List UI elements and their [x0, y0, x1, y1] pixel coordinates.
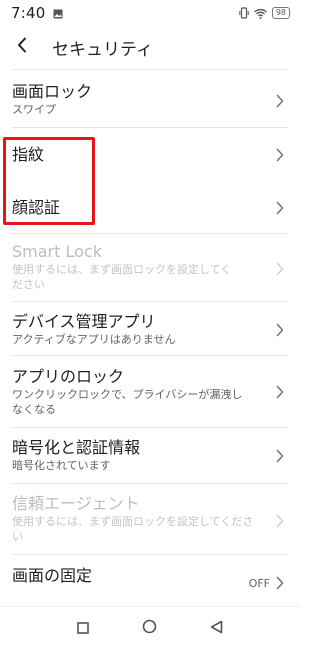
list-item-subtitle: アクティブなアプリはありません: [12, 333, 176, 346]
chevron-right-icon: [276, 262, 284, 276]
chevron-right-icon: [276, 449, 284, 463]
status-value: OFF: [248, 577, 270, 590]
list-item-subtitle: 使用するには、まず画面ロックを設定してく: [12, 263, 232, 276]
list-item-title: 信頼エージェント: [12, 494, 140, 513]
chevron-right-icon: [276, 514, 284, 528]
divider: [12, 127, 288, 128]
list-item-smart-lock: Smart Lock 使用するには、まず画面ロックを設定してく ださい: [0, 242, 300, 292]
list-item-screen-pinning[interactable]: 画面の固定 OFF: [0, 566, 300, 590]
recents-button[interactable]: [68, 614, 98, 644]
divider: [12, 483, 288, 484]
list-item-subtitle: い: [12, 530, 23, 543]
list-item-subtitle: なくなる: [12, 403, 56, 416]
list-item-subtitle: ださい: [12, 278, 45, 291]
highlight-box: [3, 137, 95, 225]
image-icon: [53, 4, 63, 23]
chevron-right-icon: [276, 385, 284, 399]
divider: [12, 69, 288, 70]
wifi-icon: [253, 4, 267, 23]
list-item-title: 画面の固定: [12, 566, 93, 585]
list-item-screen-lock[interactable]: 画面ロック スワイプ: [0, 82, 300, 117]
status-bar: 7:40 98: [0, 0, 300, 26]
vibrate-icon: [239, 4, 249, 23]
divider: [12, 301, 288, 302]
home-circle-icon: [142, 619, 157, 638]
list-item-subtitle: 暗号化されています: [12, 459, 111, 472]
status-time: 7:40: [11, 4, 46, 22]
chevron-right-icon: [276, 148, 284, 162]
divider: [12, 233, 288, 234]
page-title: セキュリティ: [52, 39, 153, 60]
divider: [12, 355, 288, 356]
home-button[interactable]: [135, 614, 165, 644]
list-item-title: 暗号化と認証情報: [12, 438, 141, 457]
arrow-left-icon: [17, 37, 27, 57]
divider: [12, 554, 288, 555]
chevron-right-icon: [276, 576, 284, 590]
chevron-right-icon: [276, 201, 284, 215]
list-item-subtitle: 使用するには、まず画面ロックを設定してくださ: [12, 515, 254, 528]
battery-icon: 98: [271, 7, 290, 19]
list-item-trust-agents: 信頼エージェント 使用するには、まず画面ロックを設定してくださ い: [0, 494, 300, 544]
list-item-title: Smart Lock: [12, 242, 102, 261]
nav-back-button[interactable]: [202, 614, 232, 644]
back-button[interactable]: [2, 30, 42, 64]
list-item-title: デバイス管理アプリ: [12, 312, 156, 331]
divider: [12, 427, 288, 428]
recents-square-icon: [77, 619, 90, 638]
list-item-subtitle: スワイプ: [12, 103, 56, 116]
list-item-subtitle: ワンクリックロックで、プライバシーが漏洩し: [12, 388, 243, 401]
list-item-app-lock[interactable]: アプリのロック ワンクリックロックで、プライバシーが漏洩し なくなる: [0, 367, 300, 417]
navigation-bar: [0, 606, 300, 650]
list-item-title: 画面ロック: [12, 82, 93, 101]
back-triangle-icon: [210, 619, 223, 638]
app-bar: セキュリティ: [0, 30, 300, 64]
list-item-encryption-credentials[interactable]: 暗号化と認証情報 暗号化されています: [0, 438, 300, 473]
chevron-right-icon: [276, 94, 284, 108]
list-item-title: アプリのロック: [12, 367, 125, 386]
list-item-device-admin-apps[interactable]: デバイス管理アプリ アクティブなアプリはありません: [0, 312, 300, 347]
chevron-right-icon: [276, 323, 284, 337]
